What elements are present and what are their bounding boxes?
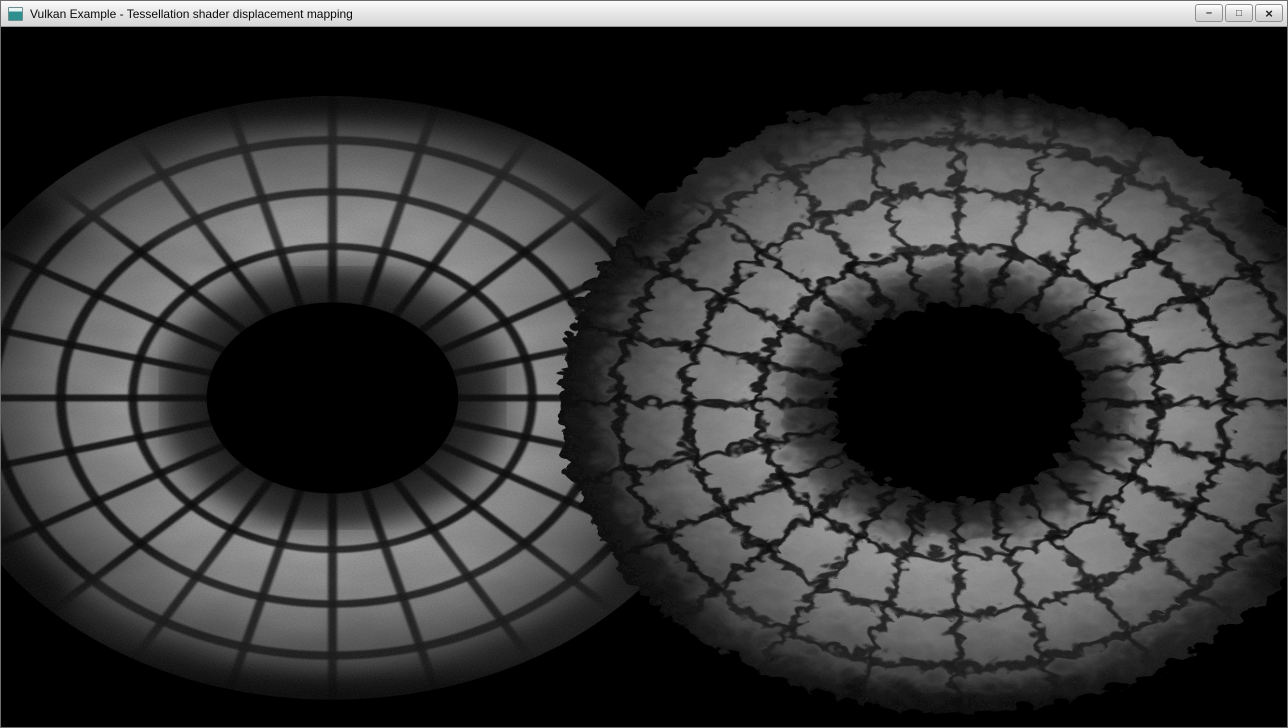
render-canvas[interactable] <box>1 27 1287 727</box>
maximize-button[interactable]: □ <box>1225 4 1253 22</box>
minimize-button[interactable]: – <box>1195 4 1223 22</box>
title-bar[interactable]: Vulkan Example - Tessellation shader dis… <box>1 1 1287 27</box>
close-button[interactable]: × <box>1255 4 1283 22</box>
app-icon <box>8 7 23 21</box>
window-title: Vulkan Example - Tessellation shader dis… <box>30 7 1195 21</box>
app-window: Vulkan Example - Tessellation shader dis… <box>0 0 1288 728</box>
window-controls: – □ × <box>1195 4 1283 22</box>
render-viewport[interactable] <box>1 27 1287 727</box>
